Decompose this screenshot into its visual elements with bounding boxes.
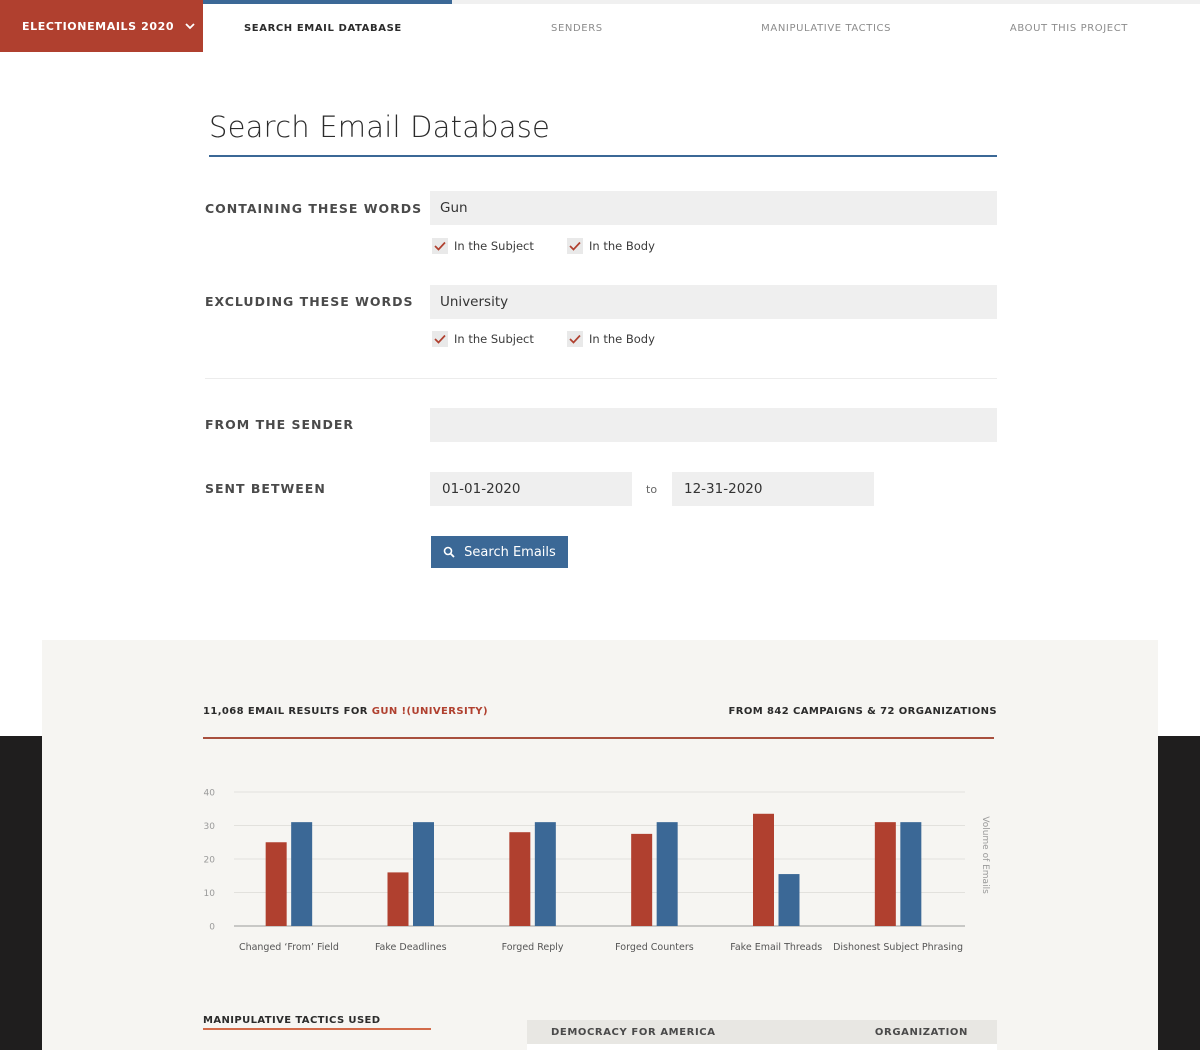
bar [900,822,922,926]
search-icon [443,546,455,558]
check-icon [432,331,448,347]
y-axis-label: Volume of Emails [980,816,990,894]
date-from-input[interactable]: 01-01-2020 [430,472,632,506]
x-category-label: Changed ‘From’ Field [239,942,339,953]
results-count: 11,068 EMAIL RESULTS FOR GUN !(UNIVERSIT… [203,706,488,717]
x-category-label: Forged Counters [615,942,694,953]
page-title: Search Email Database [209,110,551,144]
tab-search-email-database[interactable]: SEARCH EMAIL DATABASE [203,0,453,52]
title-underline [209,155,997,157]
page: ELECTIONEMAILS 2020 SEARCH EMAIL DATABAS… [0,0,1200,1050]
tab-senders[interactable]: SENDERS [452,0,702,52]
excluding-input[interactable]: University [430,285,997,319]
bar [534,822,556,926]
x-category-label: Forged Reply [502,942,564,953]
bar [778,874,800,926]
date-to-input[interactable]: 12-31-2020 [672,472,874,506]
form-divider [205,378,997,379]
y-tick-label: 20 [204,856,216,866]
sender-label: FROM THE SENDER [205,417,355,432]
results-sources: FROM 842 CAMPAIGNS & 72 ORGANIZATIONS [728,706,997,717]
bar [874,822,896,926]
tactics-heading-rule [203,1028,431,1030]
bar [753,813,774,926]
sent-between-label: SENT BETWEEN [205,481,326,496]
top-nav: SEARCH EMAIL DATABASE SENDERS MANIPULATI… [203,0,1200,52]
bar [656,822,678,926]
sender-input[interactable] [430,408,997,442]
search-emails-label: Search Emails [464,544,556,560]
containing-input[interactable]: Gun [430,191,997,225]
sender-type: ORGANIZATION [874,1026,968,1038]
y-tick-label: 10 [204,889,216,899]
bar [265,842,287,926]
tab-manipulative-tactics[interactable]: MANIPULATIVE TACTICS [701,0,951,52]
containing-body-checkbox[interactable]: In the Body [567,238,655,254]
y-tick-label: 40 [204,789,216,799]
bar [631,833,653,926]
containing-subject-label: In the Subject [454,239,534,253]
sender-name: DEMOCRACY FOR AMERICA [551,1026,716,1038]
excluding-body-label: In the Body [589,332,655,346]
search-emails-button[interactable]: Search Emails [431,536,568,568]
excluding-subject-checkbox[interactable]: In the Subject [432,331,534,347]
containing-label: CONTAINING THESE WORDS [205,201,423,216]
x-category-label: Fake Deadlines [375,942,447,953]
sender-table-body [527,1044,997,1050]
check-icon [567,331,583,347]
chevron-down-icon [185,23,195,30]
brand-label: ELECTIONEMAILS 2020 [22,19,175,33]
excluding-label: EXCLUDING THESE WORDS [205,294,414,309]
x-category-label: Dishonest Subject Phrasing [833,942,963,953]
brand-menu[interactable]: ELECTIONEMAILS 2020 [0,0,203,52]
tab-about-this-project[interactable]: ABOUT THIS PROJECT [950,0,1200,52]
x-category-label: Fake Email Threads [730,942,822,953]
bar [387,872,409,926]
results-query[interactable]: GUN !(UNIVERSITY) [372,706,488,717]
y-tick-label: 0 [209,923,215,933]
containing-body-label: In the Body [589,239,655,253]
bar [413,822,434,926]
sender-table-header[interactable]: DEMOCRACY FOR AMERICA ORGANIZATION [527,1020,997,1044]
check-icon [432,238,448,254]
date-to-separator: to [646,483,658,496]
results-count-text: 11,068 EMAIL RESULTS FOR [203,706,372,717]
excluding-subject-label: In the Subject [454,332,534,346]
excluding-body-checkbox[interactable]: In the Body [567,331,655,347]
y-tick-label: 30 [204,822,216,832]
results-rule [203,737,994,739]
containing-subject-checkbox[interactable]: In the Subject [432,238,534,254]
tactics-bar-chart: 0 10 20 30 40 Changed ‘From’ Field Fake Deadli… [204,789,990,954]
check-icon [567,238,583,254]
bar [291,822,313,926]
tactics-heading: MANIPULATIVE TACTICS USED [203,1015,381,1026]
bar [509,832,531,926]
